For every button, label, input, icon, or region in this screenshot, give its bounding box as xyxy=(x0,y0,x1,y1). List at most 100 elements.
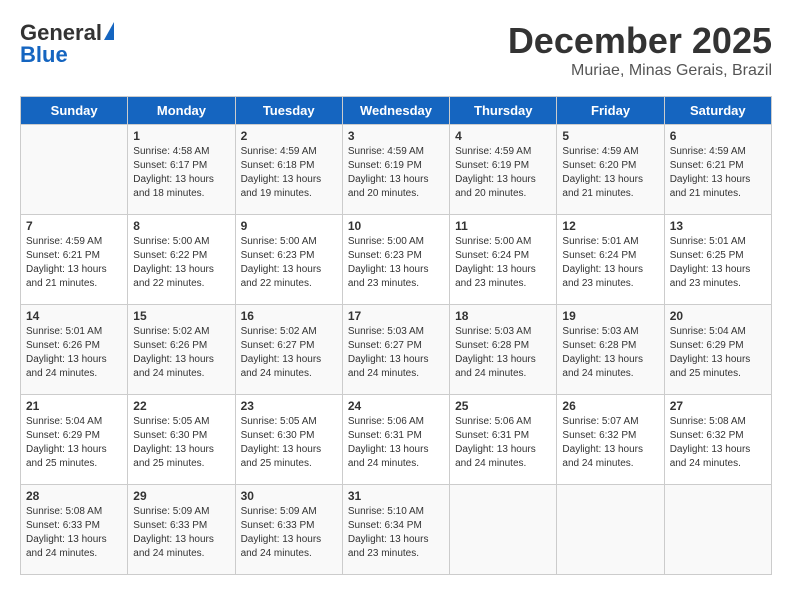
day-number: 8 xyxy=(133,219,229,233)
calendar-day-header: Saturday xyxy=(664,97,771,125)
day-number: 6 xyxy=(670,129,766,143)
day-number: 4 xyxy=(455,129,551,143)
calendar-cell: 16 Sunrise: 5:02 AMSunset: 6:27 PMDayligh… xyxy=(235,305,342,395)
calendar-week-row: 7 Sunrise: 4:59 AMSunset: 6:21 PMDaylight… xyxy=(21,215,772,305)
day-number: 20 xyxy=(670,309,766,323)
day-info: Sunrise: 5:07 AMSunset: 6:32 PMDaylight:… xyxy=(562,415,658,471)
calendar-cell xyxy=(450,485,557,575)
calendar-cell: 21 Sunrise: 5:04 AMSunset: 6:29 PMDayligh… xyxy=(21,395,128,485)
day-number: 5 xyxy=(562,129,658,143)
calendar-week-row: 1 Sunrise: 4:58 AMSunset: 6:17 PMDaylight… xyxy=(21,125,772,215)
calendar-cell: 1 Sunrise: 4:58 AMSunset: 6:17 PMDaylight… xyxy=(128,125,235,215)
day-number: 26 xyxy=(562,399,658,413)
calendar-day-header: Sunday xyxy=(21,97,128,125)
calendar-cell: 13Sunrise: 5:01 AMSunset: 6:25 PMDayligh… xyxy=(664,215,771,305)
day-info: Sunrise: 4:58 AMSunset: 6:17 PMDaylight:… xyxy=(133,145,229,201)
calendar-cell: 14 Sunrise: 5:01 AMSunset: 6:26 PMDayligh… xyxy=(21,305,128,395)
calendar-day-header: Monday xyxy=(128,97,235,125)
calendar-cell: 2Sunrise: 4:59 AMSunset: 6:18 PMDaylight… xyxy=(235,125,342,215)
calendar-cell: 25 Sunrise: 5:06 AMSunset: 6:31 PMDayligh… xyxy=(450,395,557,485)
calendar-cell: 3 Sunrise: 4:59 AMSunset: 6:19 PMDaylight… xyxy=(342,125,449,215)
calendar-header-row: SundayMondayTuesdayWednesdayThursdayFrid… xyxy=(21,97,772,125)
calendar-cell xyxy=(21,125,128,215)
calendar-cell: 5Sunrise: 4:59 AMSunset: 6:20 PMDaylight… xyxy=(557,125,664,215)
calendar-cell xyxy=(664,485,771,575)
day-number: 21 xyxy=(26,399,122,413)
calendar-day-header: Friday xyxy=(557,97,664,125)
calendar-cell: 15 Sunrise: 5:02 AMSunset: 6:26 PMDayligh… xyxy=(128,305,235,395)
day-number: 28 xyxy=(26,489,122,503)
day-number: 24 xyxy=(348,399,444,413)
calendar-cell: 4 Sunrise: 4:59 AMSunset: 6:19 PMDaylight… xyxy=(450,125,557,215)
day-info: Sunrise: 5:00 AMSunset: 6:24 PMDaylight:… xyxy=(455,235,551,291)
title-area: December 2025 Muriae, Minas Gerais, Braz… xyxy=(508,20,772,80)
calendar-cell: 9 Sunrise: 5:00 AMSunset: 6:23 PMDaylight… xyxy=(235,215,342,305)
calendar-cell: 11 Sunrise: 5:00 AMSunset: 6:24 PMDayligh… xyxy=(450,215,557,305)
day-info: Sunrise: 5:09 AMSunset: 6:33 PMDaylight:… xyxy=(133,505,229,561)
day-info: Sunrise: 5:05 AMSunset: 6:30 PMDaylight:… xyxy=(133,415,229,471)
day-info: Sunrise: 5:00 AMSunset: 6:23 PMDaylight:… xyxy=(241,235,337,291)
calendar-week-row: 21 Sunrise: 5:04 AMSunset: 6:29 PMDayligh… xyxy=(21,395,772,485)
day-info: Sunrise: 5:04 AMSunset: 6:29 PMDaylight:… xyxy=(26,415,122,471)
day-info: Sunrise: 5:02 AMSunset: 6:27 PMDaylight:… xyxy=(241,325,337,381)
day-number: 31 xyxy=(348,489,444,503)
day-number: 13 xyxy=(670,219,766,233)
day-number: 10 xyxy=(348,219,444,233)
calendar-cell: 31 Sunrise: 5:10 AMSunset: 6:34 PMDayligh… xyxy=(342,485,449,575)
day-info: Sunrise: 4:59 AMSunset: 6:21 PMDaylight:… xyxy=(26,235,122,291)
logo-triangle-icon xyxy=(104,22,114,40)
calendar-week-row: 14 Sunrise: 5:01 AMSunset: 6:26 PMDayligh… xyxy=(21,305,772,395)
day-info: Sunrise: 5:05 AMSunset: 6:30 PMDaylight:… xyxy=(241,415,337,471)
calendar-day-header: Tuesday xyxy=(235,97,342,125)
calendar-week-row: 28 Sunrise: 5:08 AMSunset: 6:33 PMDayligh… xyxy=(21,485,772,575)
day-number: 16 xyxy=(241,309,337,323)
logo-blue-text: Blue xyxy=(20,42,68,68)
calendar-cell: 10Sunrise: 5:00 AMSunset: 6:23 PMDayligh… xyxy=(342,215,449,305)
day-number: 19 xyxy=(562,309,658,323)
day-info: Sunrise: 5:01 AMSunset: 6:26 PMDaylight:… xyxy=(26,325,122,381)
day-number: 18 xyxy=(455,309,551,323)
calendar-cell: 6 Sunrise: 4:59 AMSunset: 6:21 PMDaylight… xyxy=(664,125,771,215)
calendar-cell: 18 Sunrise: 5:03 AMSunset: 6:28 PMDayligh… xyxy=(450,305,557,395)
day-info: Sunrise: 5:03 AMSunset: 6:28 PMDaylight:… xyxy=(562,325,658,381)
logo: General Blue xyxy=(20,20,114,68)
day-number: 15 xyxy=(133,309,229,323)
day-number: 3 xyxy=(348,129,444,143)
day-info: Sunrise: 5:08 AMSunset: 6:33 PMDaylight:… xyxy=(26,505,122,561)
calendar-cell: 27Sunrise: 5:08 AMSunset: 6:32 PMDayligh… xyxy=(664,395,771,485)
day-number: 2 xyxy=(241,129,337,143)
calendar-cell: 23Sunrise: 5:05 AMSunset: 6:30 PMDayligh… xyxy=(235,395,342,485)
day-number: 17 xyxy=(348,309,444,323)
calendar-cell: 26 Sunrise: 5:07 AMSunset: 6:32 PMDayligh… xyxy=(557,395,664,485)
day-number: 12 xyxy=(562,219,658,233)
day-info: Sunrise: 4:59 AMSunset: 6:19 PMDaylight:… xyxy=(348,145,444,201)
calendar-cell: 8 Sunrise: 5:00 AMSunset: 6:22 PMDaylight… xyxy=(128,215,235,305)
day-info: Sunrise: 5:03 AMSunset: 6:27 PMDaylight:… xyxy=(348,325,444,381)
day-number: 1 xyxy=(133,129,229,143)
day-number: 29 xyxy=(133,489,229,503)
day-number: 7 xyxy=(26,219,122,233)
day-info: Sunrise: 5:00 AMSunset: 6:22 PMDaylight:… xyxy=(133,235,229,291)
calendar-cell: 22Sunrise: 5:05 AMSunset: 6:30 PMDayligh… xyxy=(128,395,235,485)
calendar-cell: 17 Sunrise: 5:03 AMSunset: 6:27 PMDayligh… xyxy=(342,305,449,395)
calendar-day-header: Thursday xyxy=(450,97,557,125)
month-year-title: December 2025 xyxy=(508,20,772,62)
calendar-day-header: Wednesday xyxy=(342,97,449,125)
day-info: Sunrise: 4:59 AMSunset: 6:21 PMDaylight:… xyxy=(670,145,766,201)
day-info: Sunrise: 5:09 AMSunset: 6:33 PMDaylight:… xyxy=(241,505,337,561)
day-number: 9 xyxy=(241,219,337,233)
day-info: Sunrise: 5:02 AMSunset: 6:26 PMDaylight:… xyxy=(133,325,229,381)
calendar-cell: 19 Sunrise: 5:03 AMSunset: 6:28 PMDayligh… xyxy=(557,305,664,395)
day-number: 11 xyxy=(455,219,551,233)
calendar-cell: 7 Sunrise: 4:59 AMSunset: 6:21 PMDaylight… xyxy=(21,215,128,305)
day-info: Sunrise: 5:03 AMSunset: 6:28 PMDaylight:… xyxy=(455,325,551,381)
day-info: Sunrise: 5:04 AMSunset: 6:29 PMDaylight:… xyxy=(670,325,766,381)
day-info: Sunrise: 5:06 AMSunset: 6:31 PMDaylight:… xyxy=(455,415,551,471)
day-number: 25 xyxy=(455,399,551,413)
day-info: Sunrise: 4:59 AMSunset: 6:19 PMDaylight:… xyxy=(455,145,551,201)
calendar-cell: 30Sunrise: 5:09 AMSunset: 6:33 PMDayligh… xyxy=(235,485,342,575)
day-info: Sunrise: 5:01 AMSunset: 6:24 PMDaylight:… xyxy=(562,235,658,291)
day-number: 14 xyxy=(26,309,122,323)
day-info: Sunrise: 5:08 AMSunset: 6:32 PMDaylight:… xyxy=(670,415,766,471)
day-info: Sunrise: 5:10 AMSunset: 6:34 PMDaylight:… xyxy=(348,505,444,561)
